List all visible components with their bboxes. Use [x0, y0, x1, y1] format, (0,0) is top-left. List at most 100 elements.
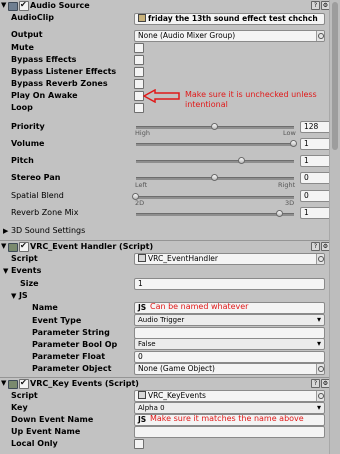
js-element-label: JS [18, 291, 28, 300]
local-only-label: Local Only [11, 439, 58, 448]
object-picker-icon[interactable] [316, 391, 324, 401]
reverb-mix-slider-thumb[interactable] [275, 210, 283, 217]
event-handler-header[interactable]: ▼ VRC_Event Handler (Script) ? ⚙ [0, 240, 330, 252]
bypass-reverb-label: Bypass Reverb Zones [11, 79, 108, 88]
reverb-mix-slider[interactable] [136, 210, 294, 217]
stereo-pan-min-label: Left [135, 181, 148, 189]
size-label: Size [20, 279, 39, 288]
mute-checkbox[interactable] [134, 43, 144, 53]
reverb-mix-label: Reverb Zone Mix [11, 208, 79, 217]
down-event-label: Down Event Name [11, 415, 94, 424]
audio-clip-value: friday the 13th sound effect test chchch [148, 14, 318, 23]
param-bool-dropdown[interactable]: False [134, 338, 325, 350]
event-type-dropdown[interactable]: Audio Trigger [134, 314, 325, 326]
stereo-pan-label: Stereo Pan [11, 173, 61, 182]
name-value: JS [138, 303, 147, 312]
stereo-pan-max-label: Right [278, 181, 296, 189]
bypass-listener-label: Bypass Listener Effects [11, 67, 117, 76]
key-dropdown[interactable]: Alpha 0 [134, 402, 325, 414]
param-object-field[interactable]: None (Game Object) [134, 363, 325, 375]
sound-settings-label: 3D Sound Settings [10, 226, 86, 235]
play-on-awake-label: Play On Awake [11, 91, 78, 100]
object-picker-icon[interactable] [316, 254, 324, 264]
priority-slider[interactable] [136, 123, 294, 130]
volume-slider[interactable] [136, 140, 297, 147]
output-field[interactable]: None (Audio Mixer Group) [134, 30, 325, 42]
down-event-note: Make sure it matches the name above [150, 414, 304, 423]
eh-script-label: Script [11, 254, 38, 263]
events-foldout[interactable]: ▼ Events [3, 266, 41, 276]
ke-script-value: VRC_KeyEvents [148, 391, 206, 400]
priority-slider-thumb[interactable] [211, 123, 218, 130]
ke-script-label: Script [11, 391, 38, 400]
audio-source-title: Audio Source [30, 1, 90, 10]
audio-clip-field[interactable]: friday the 13th sound effect test chchch [134, 13, 325, 25]
help-icon[interactable]: ? [311, 1, 320, 10]
js-element-foldout[interactable]: ▼ JS [11, 291, 28, 301]
object-picker-icon[interactable] [316, 31, 324, 41]
help-icon[interactable]: ? [311, 379, 320, 388]
ke-script-field: VRC_KeyEvents [134, 390, 325, 402]
pitch-label: Pitch [11, 156, 34, 165]
script-icon [8, 380, 18, 389]
spatial-max-label: 3D [285, 199, 295, 207]
mute-label: Mute [11, 43, 34, 52]
bypass-effects-checkbox[interactable] [134, 55, 144, 65]
down-event-value: JS [138, 415, 147, 424]
output-value: None (Audio Mixer Group) [138, 31, 236, 40]
bypass-listener-checkbox[interactable] [134, 67, 144, 77]
volume-label: Volume [11, 139, 45, 148]
size-field[interactable]: 1 [134, 278, 325, 290]
inspector-scrollbar[interactable] [329, 0, 340, 454]
event-type-value: Audio Trigger [138, 316, 185, 324]
volume-slider-thumb[interactable] [290, 140, 297, 147]
param-float-label: Parameter Float [32, 352, 106, 361]
stereo-pan-value: 0 [304, 173, 309, 182]
audio-source-enabled-checkbox[interactable] [19, 0, 29, 11]
param-float-field[interactable]: 0 [134, 351, 325, 363]
spatial-blend-value: 0 [304, 191, 309, 200]
event-handler-title: VRC_Event Handler (Script) [30, 242, 154, 251]
pitch-slider-thumb[interactable] [237, 157, 245, 164]
priority-max-label: Low [283, 129, 296, 137]
foldout-arrow-icon[interactable]: ▶ [3, 227, 8, 235]
eh-script-field: VRC_EventHandler [134, 253, 325, 265]
param-object-value: None (Game Object) [138, 364, 215, 373]
key-events-title: VRC_Key Events (Script) [30, 379, 139, 388]
pitch-slider[interactable] [136, 157, 294, 164]
bypass-reverb-checkbox[interactable] [134, 79, 144, 89]
audio-source-header[interactable]: ▼ Audio Source ? ⚙ [0, 0, 330, 11]
events-arrow-icon[interactable]: ▼ [3, 267, 8, 275]
param-object-label: Parameter Object [32, 364, 112, 373]
local-only-checkbox[interactable] [134, 439, 144, 449]
output-label: Output [11, 30, 43, 39]
object-picker-icon[interactable] [316, 364, 324, 374]
name-label: Name [32, 303, 58, 312]
script-file-icon [138, 254, 146, 262]
events-label: Events [10, 266, 42, 275]
stereo-pan-slider-thumb[interactable] [211, 174, 218, 181]
key-events-enabled-checkbox[interactable] [19, 378, 29, 389]
loop-checkbox[interactable] [134, 103, 144, 113]
spatial-blend-slider[interactable] [132, 193, 294, 200]
play-on-awake-note: Make sure it is unchecked unless intenti… [185, 90, 317, 109]
js-arrow-icon[interactable]: ▼ [11, 292, 16, 300]
help-icon[interactable]: ? [311, 242, 320, 251]
param-bool-value: False [138, 340, 156, 348]
collapse-arrow-icon[interactable]: ▼ [1, 1, 6, 10]
key-events-header[interactable]: ▼ VRC_Key Events (Script) ? ⚙ [0, 377, 330, 389]
up-event-field[interactable] [134, 426, 325, 438]
collapse-arrow-icon[interactable]: ▼ [1, 242, 6, 251]
event-handler-enabled-checkbox[interactable] [19, 241, 29, 252]
size-value: 1 [138, 279, 143, 288]
spatial-blend-label: Spatial Blend [11, 191, 64, 200]
collapse-arrow-icon[interactable]: ▼ [1, 379, 6, 388]
sound-settings-foldout[interactable]: ▶ 3D Sound Settings [3, 226, 85, 236]
scrollbar-thumb[interactable] [332, 2, 338, 150]
stereo-pan-slider[interactable] [136, 174, 294, 181]
bypass-effects-label: Bypass Effects [11, 55, 77, 64]
script-file-icon [138, 391, 146, 399]
script-icon [8, 243, 18, 252]
loop-label: Loop [11, 103, 33, 112]
priority-label: Priority [11, 122, 45, 131]
